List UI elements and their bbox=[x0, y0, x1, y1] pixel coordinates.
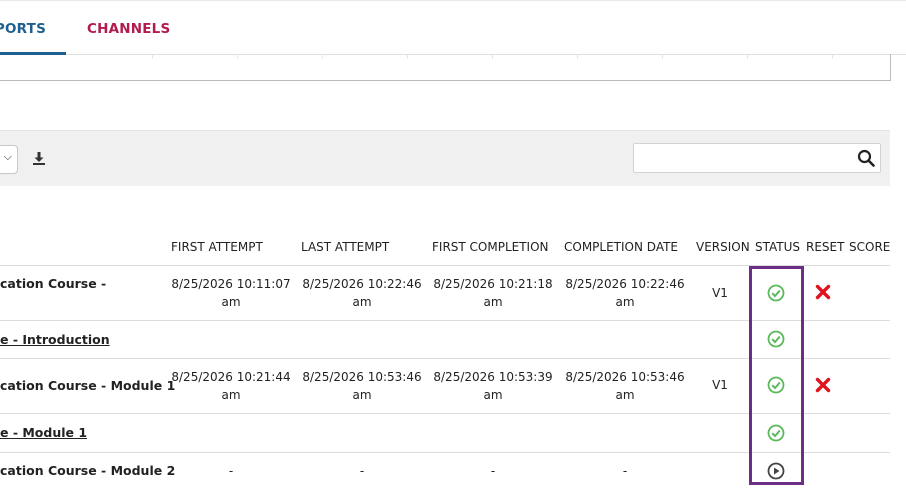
completion-date-cell: 8/25/2026 10:22:46 am bbox=[565, 277, 685, 309]
first-attempt-cell: 8/25/2026 10:21:44 am bbox=[171, 370, 291, 402]
tab-channels[interactable]: CHANNELS bbox=[87, 0, 170, 52]
status-column-highlight bbox=[749, 266, 804, 485]
first-attempt-cell: - bbox=[228, 464, 234, 478]
filter-panel-dividers bbox=[0, 54, 890, 60]
header-last-attempt[interactable]: LAST ATTEMPT bbox=[301, 240, 389, 254]
reset-x-icon[interactable] bbox=[815, 377, 831, 393]
tab-bar: PORTS CHANNELS bbox=[0, 0, 906, 55]
version-cell: V1 bbox=[712, 378, 728, 392]
search-icon[interactable] bbox=[857, 149, 875, 167]
first-completion-cell: 8/25/2026 10:21:18 am bbox=[433, 277, 553, 309]
completion-date-cell: 8/25/2026 10:53:46 am bbox=[565, 370, 685, 402]
page-size-select[interactable]: ⌵ bbox=[0, 145, 18, 174]
header-status[interactable]: STATUS bbox=[755, 240, 800, 254]
module-link[interactable]: e - Introduction bbox=[0, 332, 110, 347]
module-link[interactable]: e - Module 1 bbox=[0, 425, 87, 440]
row-title[interactable]: cation Course - Module 1 bbox=[0, 378, 175, 393]
completion-date-cell: - bbox=[622, 464, 628, 478]
row-title[interactable]: cation Course - bbox=[0, 276, 106, 291]
last-attempt-cell: - bbox=[359, 464, 365, 478]
header-first-completion[interactable]: FIRST COMPLETION bbox=[432, 240, 549, 254]
header-reset[interactable]: RESET bbox=[806, 240, 844, 254]
download-icon[interactable] bbox=[31, 150, 47, 166]
version-cell: V1 bbox=[712, 286, 728, 300]
header-completion-date[interactable]: COMPLETION DATE bbox=[564, 240, 678, 254]
first-attempt-cell: 8/25/2026 10:11:07 am bbox=[171, 277, 291, 309]
chevron-down-icon: ⌵ bbox=[3, 150, 12, 163]
row-title[interactable]: cation Course - Module 2 bbox=[0, 463, 175, 478]
header-score[interactable]: SCORE bbox=[849, 240, 890, 254]
search-box bbox=[633, 143, 881, 173]
search-input[interactable] bbox=[638, 147, 852, 169]
table-toolbar: ⌵ bbox=[0, 130, 890, 186]
tab-reports[interactable]: PORTS bbox=[0, 0, 66, 55]
last-attempt-cell: 8/25/2026 10:22:46 am bbox=[302, 277, 422, 309]
header-first-attempt[interactable]: FIRST ATTEMPT bbox=[171, 240, 263, 254]
first-completion-cell: - bbox=[490, 464, 496, 478]
reset-x-icon[interactable] bbox=[815, 284, 831, 300]
header-version[interactable]: VERSION bbox=[696, 240, 750, 254]
first-completion-cell: 8/25/2026 10:53:39 am bbox=[433, 370, 553, 402]
last-attempt-cell: 8/25/2026 10:53:46 am bbox=[302, 370, 422, 402]
